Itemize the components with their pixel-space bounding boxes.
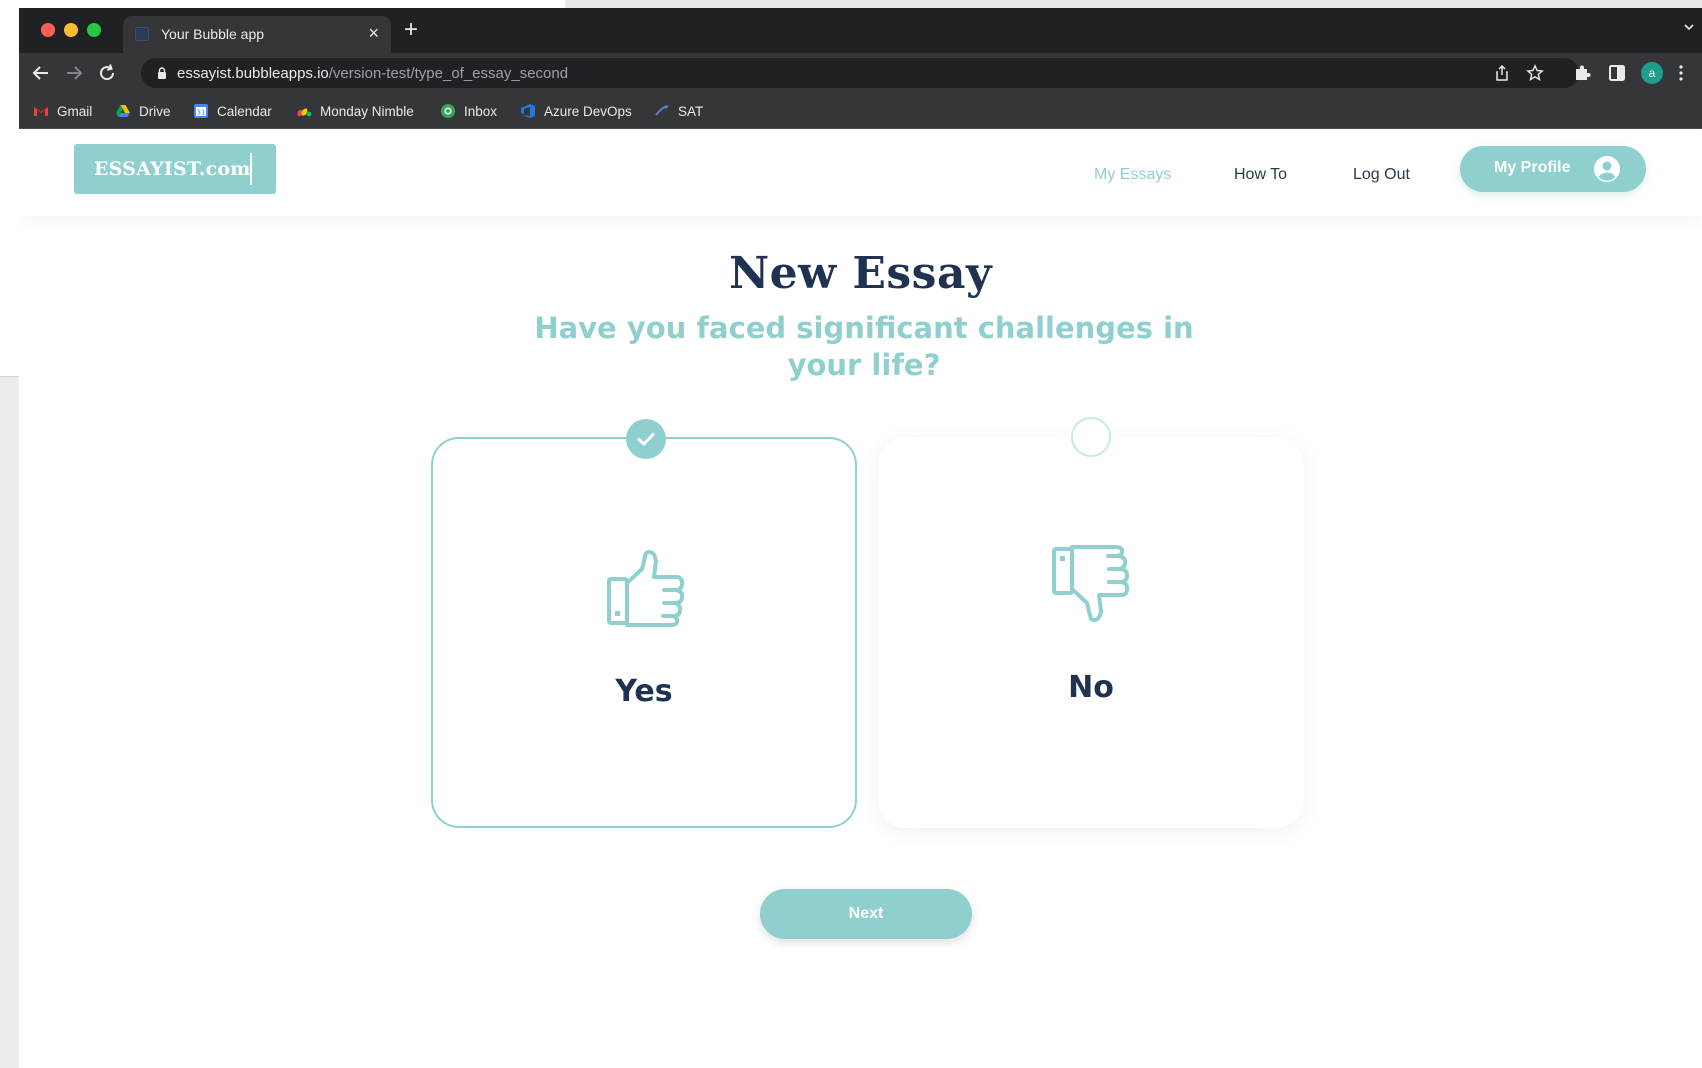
browser-profile-avatar[interactable]: a — [1641, 62, 1663, 84]
bubble-favicon-icon — [135, 27, 149, 41]
option-label-no: No — [1068, 670, 1114, 705]
tab-strip: Your Bubble app × + — [19, 8, 1702, 53]
sat-icon — [655, 105, 669, 116]
url-path: /version-test/type_of_essay_second — [328, 65, 569, 82]
url-host: essayist.bubbleapps.io — [177, 65, 329, 82]
share-icon[interactable] — [1493, 64, 1511, 82]
back-arrow-icon[interactable] — [29, 61, 53, 85]
tab-close-button[interactable]: × — [368, 23, 379, 44]
drive-icon — [116, 105, 130, 117]
user-avatar-icon — [1594, 156, 1620, 182]
bookmark-gmail[interactable]: Gmail — [33, 102, 92, 120]
page-title: New Essay — [728, 248, 993, 299]
checkmark-icon — [637, 433, 655, 446]
browser-window: Your Bubble app × + essayist.bubbleapps.… — [19, 8, 1702, 1068]
forward-arrow-icon[interactable] — [62, 61, 86, 85]
bookmark-drive[interactable]: Drive — [115, 102, 171, 120]
window-minimize-button[interactable] — [64, 23, 78, 37]
desktop-divider — [0, 376, 19, 377]
side-panel-icon[interactable] — [1607, 63, 1627, 83]
option-card-no[interactable]: No — [878, 417, 1304, 828]
logo-cursor-bar — [250, 153, 252, 185]
site-header: ESSAYIST.com My Essays How To Log Out My… — [19, 130, 1702, 216]
tab-search-chevron-icon[interactable] — [1684, 22, 1694, 32]
question-text: Have you faced significant challenges in… — [534, 311, 1194, 382]
nav-my-essays[interactable]: My Essays — [1094, 166, 1171, 184]
browser-menu-icon[interactable] — [1679, 65, 1683, 81]
azure-devops-icon — [521, 104, 535, 118]
thumbs-up-icon — [607, 550, 685, 627]
option-label-yes: Yes — [615, 674, 673, 709]
desktop-window-edge — [565, 0, 1702, 8]
bookmark-azure-devops[interactable]: Azure DevOps — [520, 102, 632, 120]
window-maximize-button[interactable] — [87, 23, 101, 37]
my-profile-label: My Profile — [1494, 159, 1571, 176]
address-bar[interactable]: essayist.bubbleapps.io/version-test/type… — [141, 58, 1579, 88]
tab-title: Your Bubble app — [161, 26, 265, 42]
bookmark-monday-nimble[interactable]: Monday Nimble — [296, 102, 414, 120]
reload-icon[interactable] — [95, 61, 119, 85]
thumbs-down-icon — [1052, 545, 1130, 622]
web-page: ESSAYIST.com My Essays How To Log Out My… — [19, 130, 1702, 1068]
extensions-puzzle-icon[interactable] — [1572, 63, 1592, 83]
window-close-button[interactable] — [41, 23, 55, 37]
radio-yes-selected[interactable] — [626, 419, 666, 459]
logo-text: ESSAYIST.com — [94, 158, 251, 180]
browser-tab-active[interactable]: Your Bubble app × — [123, 16, 391, 53]
nav-how-to[interactable]: How To — [1234, 166, 1287, 184]
option-card-yes[interactable]: Yes — [431, 419, 857, 828]
bookmarks-bar: Gmail Drive 31 Calendar Monday Nimble In… — [19, 93, 1702, 129]
inbox-icon — [441, 104, 455, 118]
next-button[interactable]: Next — [760, 889, 972, 939]
essayist-logo[interactable]: ESSAYIST.com — [74, 144, 276, 194]
radio-no-unselected[interactable] — [1071, 417, 1111, 457]
url-text: essayist.bubbleapps.io/version-test/type… — [177, 65, 568, 82]
browser-toolbar: essayist.bubbleapps.io/version-test/type… — [19, 53, 1702, 93]
bookmark-star-icon[interactable] — [1526, 64, 1544, 82]
svg-text:31: 31 — [197, 109, 206, 117]
bookmark-inbox[interactable]: Inbox — [440, 102, 497, 120]
monday-icon — [297, 108, 312, 117]
desktop-background-left-lower — [0, 377, 19, 1068]
bookmark-calendar[interactable]: 31 Calendar — [193, 102, 272, 120]
nav-log-out[interactable]: Log Out — [1353, 166, 1410, 184]
gmail-icon — [33, 106, 49, 116]
calendar-icon: 31 — [194, 104, 208, 118]
new-tab-button[interactable]: + — [404, 18, 418, 42]
lock-icon — [158, 67, 166, 79]
my-profile-button[interactable]: My Profile — [1460, 146, 1646, 192]
bookmark-sat[interactable]: SAT — [654, 102, 703, 120]
